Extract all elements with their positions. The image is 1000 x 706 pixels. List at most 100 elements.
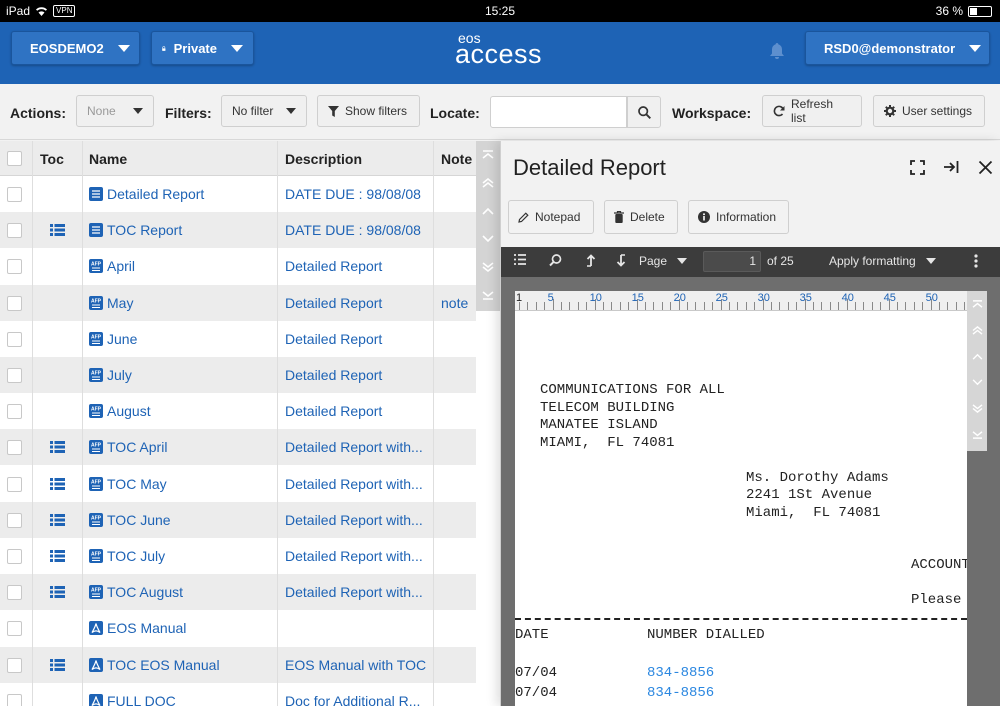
document-description[interactable]: Detailed Report [285,258,427,274]
document-name-link[interactable]: August [107,403,151,419]
document-name-link[interactable]: May [107,295,133,311]
list-icon[interactable] [514,254,526,265]
scroll-top-icon[interactable] [967,291,987,318]
scroll-top-icon[interactable] [476,141,500,169]
page-number-input[interactable]: 1 [703,251,761,272]
document-name-link[interactable]: TOC May [107,476,167,492]
row-checkbox[interactable] [7,259,22,275]
table-row[interactable]: AFP TOC April Detailed Report with... [0,429,476,466]
delete-button[interactable]: Delete [604,200,678,234]
document-scrollbar[interactable] [967,291,987,451]
notepad-button[interactable]: Notepad [508,200,594,234]
scroll-down-icon[interactable] [476,225,500,253]
table-row[interactable]: TOC EOS Manual EOS Manual with TOC [0,646,476,683]
scroll-page-up-icon[interactable] [476,169,500,197]
document-name-link[interactable]: TOC Report [107,222,182,238]
toc-list-icon[interactable] [50,477,65,490]
filters-dropdown[interactable]: No filter [221,95,307,127]
scroll-bottom-icon[interactable] [967,421,987,448]
toc-list-icon[interactable] [50,550,65,562]
document-name-link[interactable]: TOC July [107,548,165,564]
row-checkbox[interactable] [7,549,22,564]
scroll-page-down-icon[interactable] [476,253,500,281]
document-description[interactable]: EOS Manual with TOC [285,657,427,673]
table-row[interactable]: FULL DOC Doc for Additional R... [0,682,476,706]
row-checkbox[interactable] [7,693,22,706]
document-description[interactable]: DATE DUE : 98/08/08 [285,186,427,202]
table-row[interactable]: AFP June Detailed Report [0,320,476,357]
table-row[interactable]: AFP August Detailed Report [0,393,476,430]
row-checkbox[interactable] [7,585,22,601]
refresh-list-button[interactable]: Refresh list [762,95,862,127]
toc-list-icon[interactable] [50,658,65,671]
row-checkbox[interactable] [7,404,22,420]
table-row[interactable]: AFP April Detailed Report [0,248,476,285]
document-description[interactable]: Detailed Report with... [285,548,427,564]
table-row[interactable]: AFP May Detailed Report note [0,284,476,321]
previous-page-icon[interactable] [586,254,596,267]
next-page-icon[interactable] [616,254,626,267]
information-button[interactable]: Information [688,200,789,234]
document-name-link[interactable]: July [107,367,132,383]
table-row[interactable]: TOC Report DATE DUE : 98/08/08 [0,212,476,249]
user-settings-button[interactable]: User settings [873,95,985,127]
document-viewer[interactable]: 1 5 10 15 20 25 30 35 40 45 50 COMMUNICATIONS FOR … [501,277,1000,706]
row-checkbox[interactable] [7,621,22,637]
document-description[interactable]: Detailed Report with... [285,512,427,528]
scroll-up-icon[interactable] [967,343,987,370]
document-description[interactable]: Detailed Report with... [285,476,427,492]
dock-right-icon[interactable] [940,157,962,177]
toc-list-icon[interactable] [50,586,65,599]
column-header-name[interactable]: Name [89,151,127,167]
document-name-link[interactable]: Detailed Report [107,186,204,202]
document-note[interactable]: note [441,295,468,311]
column-header-description[interactable]: Description [285,151,362,167]
scroll-page-up-icon[interactable] [967,317,987,344]
expand-icon[interactable] [906,157,928,177]
row-checkbox[interactable] [7,331,22,347]
locate-search-button[interactable] [627,96,661,128]
close-icon[interactable] [974,157,996,177]
table-row[interactable]: AFP July Detailed Report [0,357,476,393]
search-icon[interactable] [549,254,562,267]
row-checkbox[interactable] [7,187,22,202]
bell-icon[interactable] [769,42,785,60]
document-description[interactable]: Detailed Report [285,295,427,311]
column-header-note[interactable]: Note [441,151,472,167]
row-checkbox[interactable] [7,440,22,456]
document-name-link[interactable]: EOS Manual [107,620,186,636]
row-checkbox[interactable] [7,223,22,239]
apply-formatting-dropdown[interactable]: Apply formatting [829,254,936,268]
table-row[interactable]: AFP TOC July Detailed Report with... [0,538,476,574]
document-name-link[interactable]: April [107,258,135,274]
database-dropdown[interactable]: EOSDEMO2 [11,31,140,65]
table-row[interactable]: AFP TOC June Detailed Report with... [0,501,476,538]
document-name-link[interactable]: June [107,331,137,347]
page-mode-dropdown[interactable]: Page [639,254,688,268]
document-name-link[interactable]: TOC EOS Manual [107,657,220,673]
column-header-toc[interactable]: Toc [40,151,64,167]
toc-list-icon[interactable] [50,441,65,454]
row-checkbox[interactable] [7,512,22,528]
document-name-link[interactable]: TOC June [107,512,171,528]
actions-dropdown[interactable]: None [76,95,154,127]
document-description[interactable]: Detailed Report [285,367,427,383]
privacy-dropdown[interactable]: Private [151,31,254,65]
scroll-page-down-icon[interactable] [967,395,987,422]
document-name-link[interactable]: TOC April [107,439,167,455]
document-description[interactable]: Detailed Report with... [285,439,427,455]
list-scrollbar[interactable] [476,141,500,311]
locate-input[interactable] [490,96,627,128]
show-filters-button[interactable]: Show filters [317,95,420,127]
scroll-up-icon[interactable] [476,197,500,225]
document-description[interactable]: Detailed Report with... [285,584,427,600]
document-description[interactable]: Detailed Report [285,331,427,347]
row-checkbox[interactable] [7,368,22,383]
document-name-link[interactable]: TOC August [107,584,183,600]
table-row[interactable]: EOS Manual [0,610,476,647]
document-description[interactable]: Detailed Report [285,403,427,419]
select-all-checkbox[interactable] [7,151,22,166]
document-name-link[interactable]: FULL DOC [107,693,176,706]
toc-list-icon[interactable] [50,513,65,526]
document-description[interactable]: DATE DUE : 98/08/08 [285,222,427,238]
